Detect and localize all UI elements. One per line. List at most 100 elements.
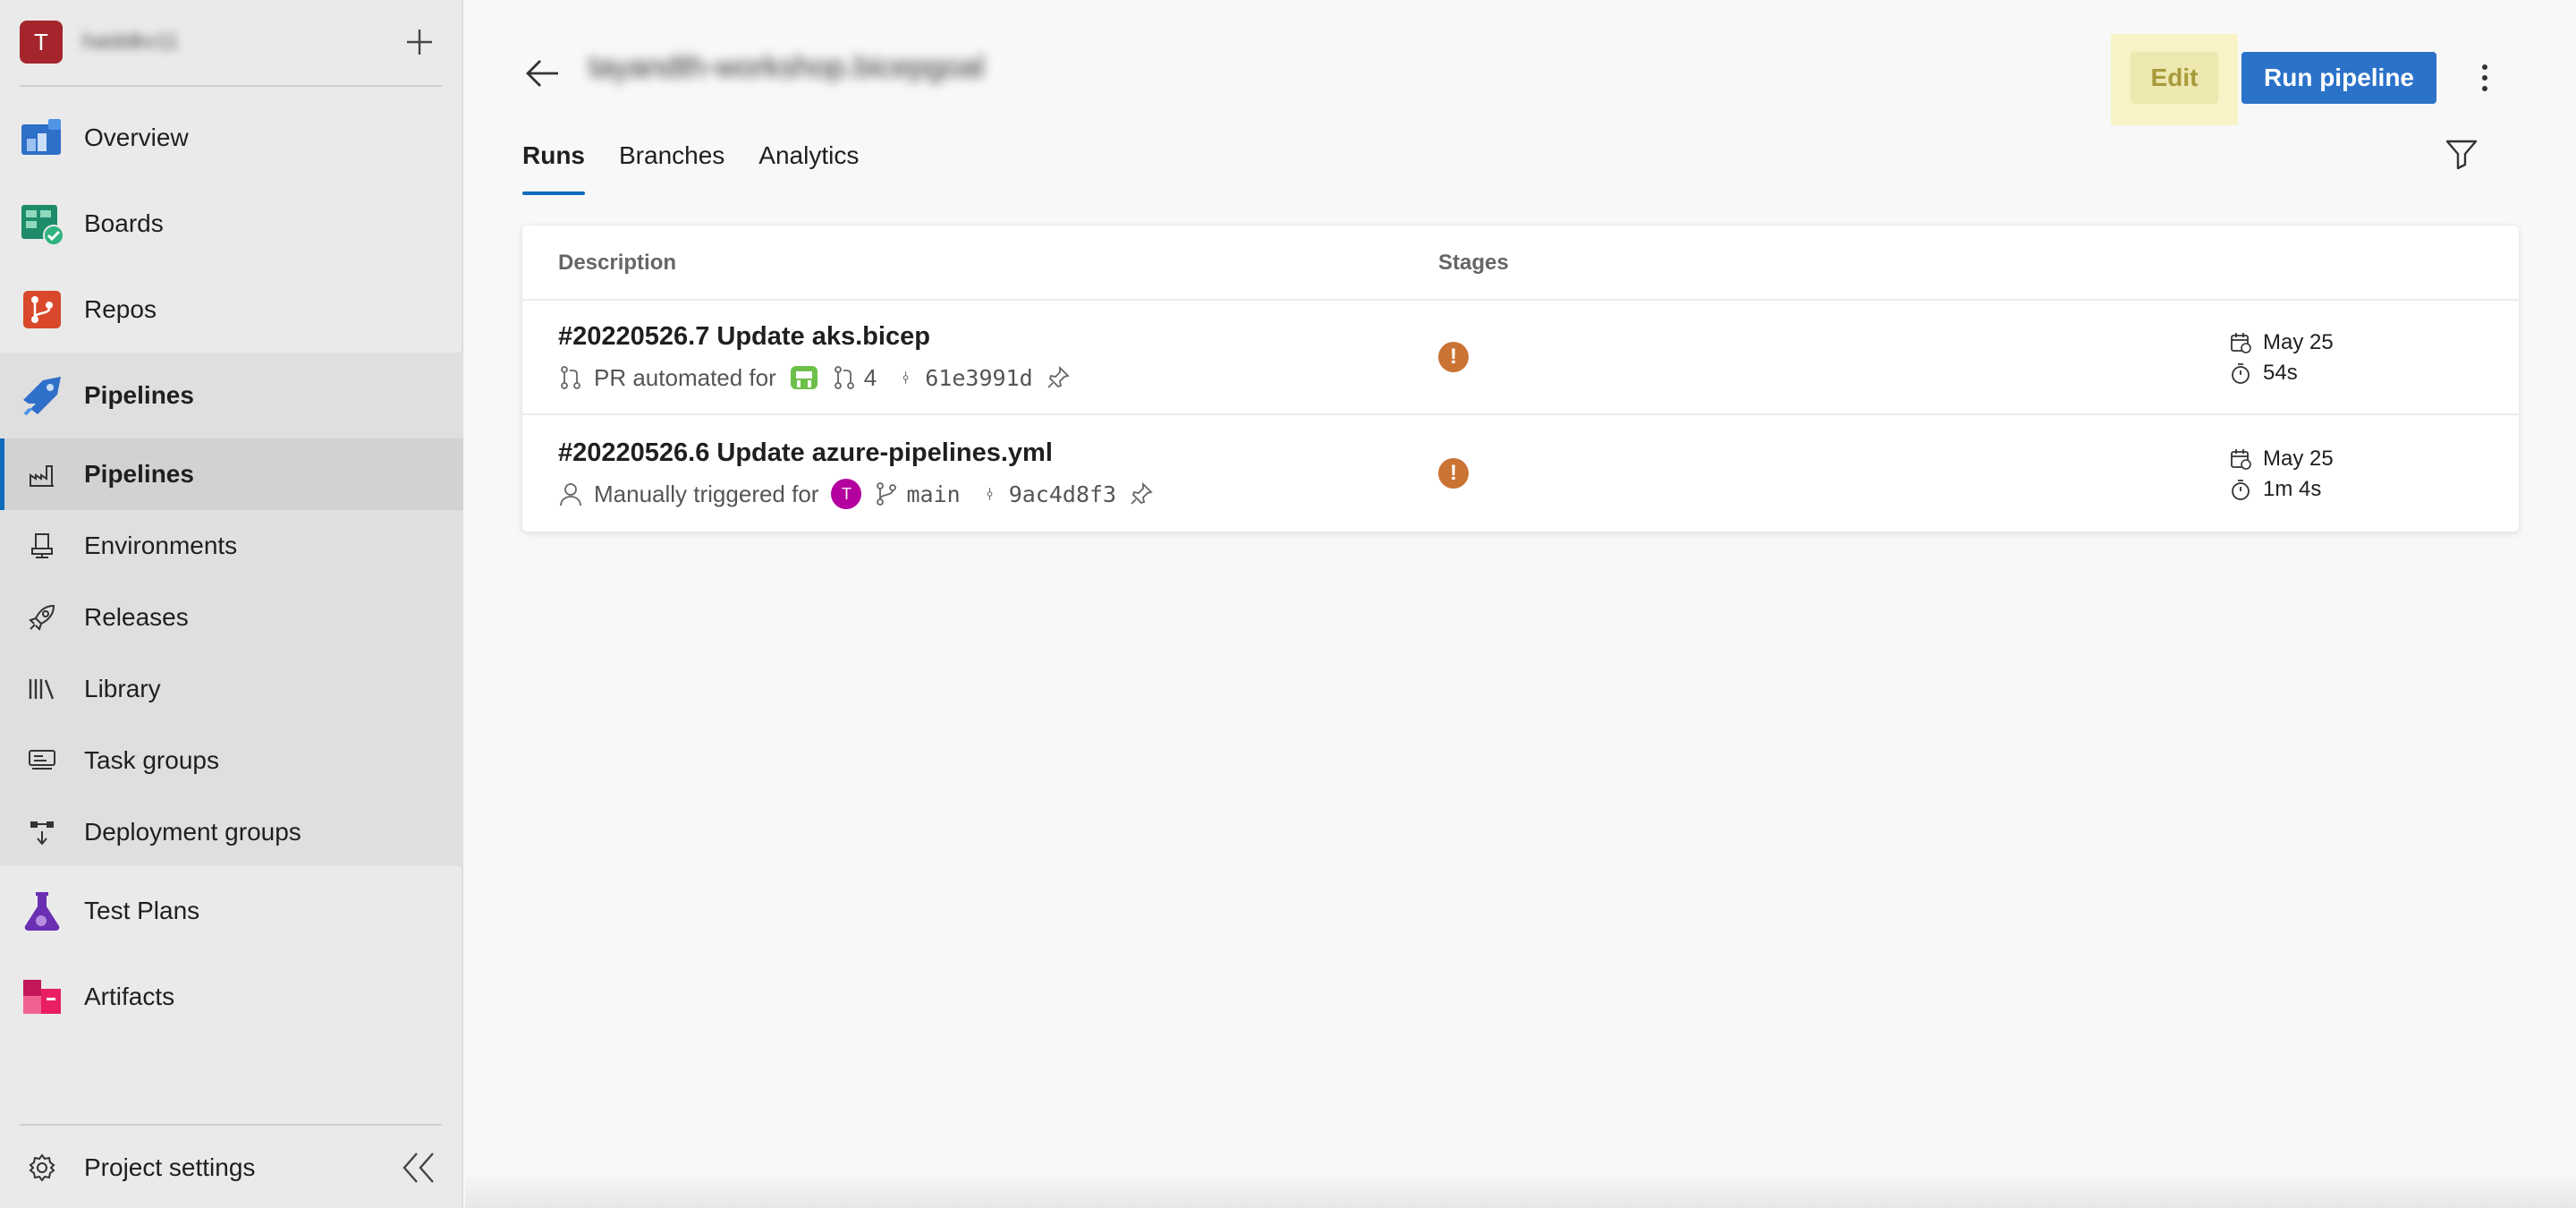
- run-time-info: May 25 1m 4s: [2229, 444, 2334, 505]
- sidebar-item-label: Environments: [84, 532, 238, 559]
- table-row[interactable]: #20220526.6 Update azure-pipelines.yml M…: [522, 417, 2519, 532]
- bottom-shadow: [465, 1172, 2576, 1208]
- back-arrow-icon[interactable]: [522, 54, 562, 93]
- filter-icon[interactable]: [2444, 136, 2479, 172]
- sidebar-item-repos[interactable]: Repos: [0, 267, 463, 353]
- plus-icon: [407, 30, 432, 55]
- table-row[interactable]: #20220526.7 Update aks.bicep PR automate…: [522, 301, 2519, 415]
- sidebar-item-label: Overview: [84, 123, 189, 151]
- sidebar-item-artifacts[interactable]: Artifacts: [0, 954, 463, 1040]
- sidebar-item-label: Artifacts: [84, 983, 175, 1010]
- commit-icon: [987, 488, 993, 500]
- library-icon: [29, 679, 55, 700]
- test-plans-icon: [24, 892, 60, 931]
- calendar-icon: [2231, 333, 2251, 353]
- stage-warning-icon[interactable]: !: [1438, 342, 1469, 372]
- sidebar-item-label: Repos: [84, 295, 157, 323]
- sidebar-item-boards[interactable]: Boards: [0, 181, 463, 267]
- run-title[interactable]: #20220526.7 Update aks.bicep: [558, 322, 930, 352]
- gear-icon: [29, 1153, 55, 1182]
- sidebar-item-label: Task groups: [84, 746, 219, 774]
- sidebar-item-label: Pipelines: [84, 381, 194, 409]
- org-name[interactable]: haiddkv11: [82, 30, 179, 55]
- run-title[interactable]: #20220526.6 Update azure-pipelines.yml: [558, 438, 1053, 468]
- sidebar-item-environments[interactable]: Environments: [0, 510, 463, 582]
- boards-icon: [21, 205, 64, 246]
- sidebar-item-test-plans[interactable]: Test Plans: [0, 868, 463, 954]
- branch-icon: [877, 482, 897, 506]
- pin-icon[interactable]: [1046, 365, 1071, 390]
- sidebar-item-label: Releases: [84, 603, 189, 631]
- trigger-text: PR automated for: [594, 363, 776, 391]
- edit-button[interactable]: Edit: [2131, 52, 2218, 104]
- sidebar-item-label: Test Plans: [84, 897, 200, 924]
- sidebar-item-task-groups[interactable]: Task groups: [0, 725, 463, 796]
- sidebar: T haiddkv11 Overview Boards Repos Pipeli…: [0, 0, 463, 1208]
- sidebar-item-library[interactable]: Library: [0, 653, 463, 725]
- pr-number[interactable]: 4: [864, 364, 877, 392]
- table-header: Description Stages: [522, 225, 2519, 301]
- column-header-description: Description: [558, 251, 677, 275]
- sidebar-item-overview[interactable]: Overview: [0, 95, 463, 181]
- commit-hash[interactable]: 9ac4d8f3: [1009, 481, 1116, 507]
- org-header: T haiddkv11: [20, 20, 442, 64]
- pin-icon[interactable]: [1129, 481, 1154, 506]
- collapse-sidebar-icon[interactable]: [399, 1150, 438, 1186]
- person-icon: [560, 483, 581, 506]
- pull-request-icon: [834, 366, 854, 389]
- run-date: May 25: [2263, 330, 2334, 354]
- overview-icon: [21, 119, 61, 155]
- org-avatar[interactable]: T: [20, 21, 63, 64]
- tab-analytics[interactable]: Analytics: [758, 136, 859, 199]
- bot-avatar-icon: [790, 366, 818, 389]
- run-date: May 25: [2263, 447, 2334, 471]
- more-vertical-icon: [2482, 64, 2487, 91]
- page-title: tayandth-workshop.bicepgoal: [589, 50, 985, 84]
- calendar-icon: [2231, 449, 2251, 470]
- user-avatar[interactable]: T: [831, 479, 862, 509]
- tab-branches[interactable]: Branches: [619, 136, 724, 199]
- commit-hash[interactable]: 61e3991d: [925, 365, 1032, 391]
- pull-request-icon: [561, 366, 580, 389]
- sidebar-item-pipelines[interactable]: Pipelines: [0, 353, 463, 438]
- sidebar-item-label: Pipelines: [84, 460, 194, 488]
- runs-table: Description Stages #20220526.7 Update ak…: [522, 225, 2519, 532]
- run-time-info: May 25 54s: [2229, 328, 2334, 388]
- pipelines-list-icon: [30, 465, 54, 487]
- task-groups-icon: [29, 750, 55, 770]
- run-duration: 1m 4s: [2263, 477, 2322, 501]
- stage-warning-icon[interactable]: !: [1438, 458, 1469, 489]
- pipelines-icon: [23, 377, 61, 416]
- repos-icon: [23, 291, 61, 328]
- sidebar-item-label: Deployment groups: [84, 818, 301, 846]
- divider: [20, 85, 442, 87]
- trigger-text: Manually triggered for: [594, 480, 819, 507]
- run-meta: PR automated for 4 61e3991d: [558, 362, 1081, 394]
- pipelines-group: Pipelines Pipelines Environments Release…: [0, 353, 463, 866]
- deployment-groups-icon: [30, 821, 54, 846]
- tab-bar: Runs Branches Analytics: [522, 136, 893, 199]
- run-duration: 54s: [2263, 361, 2298, 385]
- project-settings-link[interactable]: Project settings: [0, 1136, 463, 1199]
- sidebar-item-label: Library: [84, 675, 161, 702]
- timer-icon: [2232, 480, 2250, 500]
- more-actions-button[interactable]: [2469, 55, 2501, 100]
- commit-icon: [903, 371, 909, 384]
- divider: [20, 1124, 442, 1126]
- environments-icon: [31, 533, 53, 558]
- sidebar-item-deployment-groups[interactable]: Deployment groups: [0, 796, 463, 868]
- branch-name[interactable]: main: [906, 481, 960, 507]
- new-project-button[interactable]: [402, 25, 436, 59]
- project-settings-label: Project settings: [84, 1153, 256, 1181]
- tab-runs[interactable]: Runs: [522, 136, 585, 199]
- sidebar-item-label: Boards: [84, 209, 164, 237]
- sidebar-item-pipelines-sub[interactable]: Pipelines: [0, 438, 463, 510]
- run-pipeline-button[interactable]: Run pipeline: [2241, 52, 2436, 104]
- rocket-icon: [29, 604, 55, 631]
- timer-icon: [2232, 363, 2250, 384]
- sidebar-item-releases[interactable]: Releases: [0, 582, 463, 653]
- main-content: tayandth-workshop.bicepgoal Edit Run pip…: [465, 0, 2576, 1208]
- run-meta: Manually triggered for T main 9ac4d8f3: [558, 478, 1165, 510]
- column-header-stages: Stages: [1438, 251, 1509, 275]
- artifacts-icon: [23, 980, 61, 1014]
